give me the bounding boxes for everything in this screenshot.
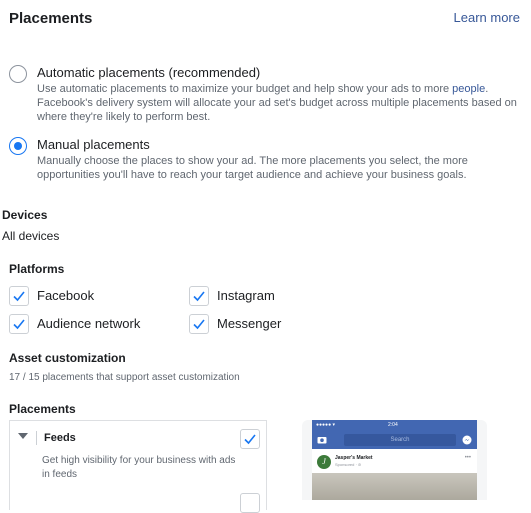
messenger-checkbox[interactable] xyxy=(189,314,209,334)
manual-placements-title[interactable]: Manual placements xyxy=(37,137,150,152)
search-input: Search xyxy=(344,434,456,446)
desc-text: Use automatic placements to maximize you… xyxy=(37,83,453,95)
section-title: Placements xyxy=(9,10,93,27)
instagram-label[interactable]: Instagram xyxy=(217,288,275,303)
desc-line-3: where they're likely to perform best. xyxy=(37,111,211,123)
manual-placements-radio[interactable] xyxy=(9,137,27,155)
desc-text-end: . xyxy=(485,83,489,95)
sponsored-post: J Jasper's Market Sponsored · ⊘ ••• xyxy=(312,449,477,500)
messenger-label[interactable]: Messenger xyxy=(217,316,281,331)
check-icon xyxy=(13,319,25,330)
next-placement-checkbox[interactable] xyxy=(240,493,260,513)
post-image xyxy=(312,473,477,500)
facebook-checkbox[interactable] xyxy=(9,286,29,306)
phone-status-bar: ●●●●● ▾ 2:04 xyxy=(312,420,477,431)
devices-label: Devices xyxy=(2,208,48,222)
audience-network-checkbox[interactable] xyxy=(9,314,29,334)
devices-dropdown[interactable]: All devices xyxy=(2,229,59,243)
desc-line-2: Facebook's delivery system will allocate… xyxy=(37,97,517,109)
audience-network-label[interactable]: Audience network xyxy=(37,316,140,331)
facebook-label[interactable]: Facebook xyxy=(37,288,94,303)
platforms-label: Platforms xyxy=(9,262,65,276)
page-avatar: J xyxy=(317,455,331,469)
desc-line-1: Manually choose the places to show your … xyxy=(37,155,468,167)
divider xyxy=(36,431,37,445)
check-icon xyxy=(193,291,205,302)
page-name: Jasper's Market xyxy=(335,455,373,461)
asset-customization-summary: 17 / 15 placements that support asset cu… xyxy=(9,372,240,383)
instagram-checkbox[interactable] xyxy=(189,286,209,306)
check-icon xyxy=(193,319,205,330)
camera-icon xyxy=(317,437,327,444)
check-icon xyxy=(244,434,256,445)
caret-down-icon[interactable] xyxy=(18,433,28,439)
messenger-icon xyxy=(462,435,472,445)
feeds-title[interactable]: Feeds xyxy=(44,432,76,444)
more-icon: ••• xyxy=(464,455,471,461)
automatic-placements-radio[interactable] xyxy=(9,65,27,83)
ad-preview: ●●●●● ▾ 2:04 Search J Jasper's Market Sp… xyxy=(302,420,487,500)
feeds-checkbox[interactable] xyxy=(240,429,260,449)
feeds-desc: Get high visibility for your business wi… xyxy=(42,455,236,480)
signal-icon: ●●●●● ▾ xyxy=(316,422,335,428)
status-time: 2:04 xyxy=(388,422,398,428)
automatic-placements-desc: Use automatic placements to maximize you… xyxy=(37,82,517,124)
manual-placements-desc: Manually choose the places to show your … xyxy=(37,154,517,182)
sponsored-label: Sponsored · ⊘ xyxy=(335,462,362,467)
placements-list-label: Placements xyxy=(9,402,76,416)
learn-more-link[interactable]: Learn more xyxy=(454,10,520,25)
desc-line-2: opportunities you'll have to reach your … xyxy=(37,169,467,181)
people-link[interactable]: people xyxy=(452,83,485,95)
asset-customization-label: Asset customization xyxy=(9,351,126,365)
check-icon xyxy=(13,291,25,302)
automatic-placements-title[interactable]: Automatic placements (recommended) xyxy=(37,65,260,80)
facebook-nav-bar: Search xyxy=(312,431,477,449)
